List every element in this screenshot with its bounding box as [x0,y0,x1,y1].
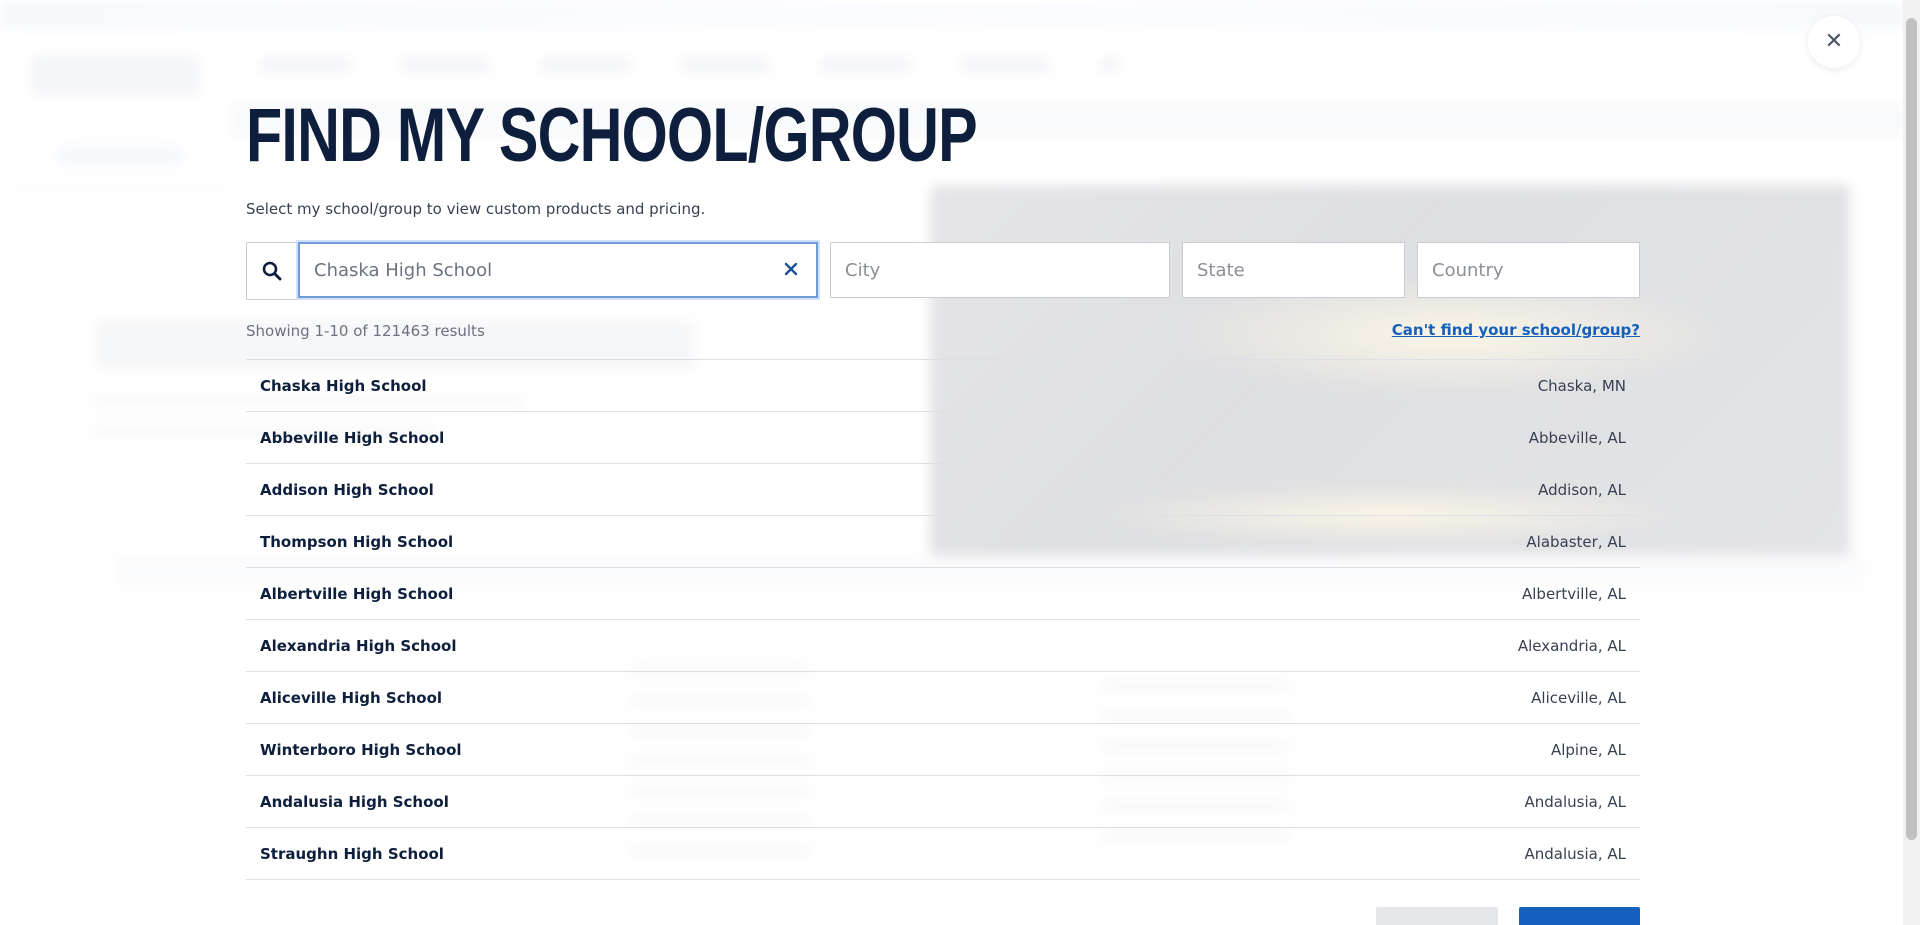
school-location: Abbeville, AL [1528,428,1626,447]
list-item[interactable]: Aliceville High School Aliceville, AL [246,672,1640,724]
school-location: Alabaster, AL [1526,532,1626,551]
list-item[interactable]: Addison High School Addison, AL [246,464,1640,516]
school-name: Abbeville High School [260,428,445,447]
school-name: Addison High School [260,480,434,499]
list-item[interactable]: Albertville High School Albertville, AL [246,568,1640,620]
school-name: Chaska High School [260,376,427,395]
list-item[interactable]: Straughn High School Andalusia, AL [246,828,1640,880]
modal-title: FIND MY SCHOOL/GROUP [246,93,978,178]
search-icon [262,261,282,281]
state-input[interactable] [1183,243,1404,297]
school-name: Albertville High School [260,584,454,603]
scrollbar-thumb[interactable] [1906,18,1917,840]
school-location: Chaska, MN [1537,376,1626,395]
country-field [1417,242,1640,298]
city-input[interactable] [831,243,1169,297]
list-item[interactable]: Abbeville High School Abbeville, AL [246,412,1640,464]
list-item[interactable]: Winterboro High School Alpine, AL [246,724,1640,776]
school-location: Alpine, AL [1550,740,1626,759]
school-location: Alexandria, AL [1517,636,1626,655]
school-location: Albertville, AL [1522,584,1626,603]
modal-subtitle: Select my school/group to view custom pr… [246,200,706,218]
find-school-modal: FIND MY SCHOOL/GROUP Select my school/gr… [246,0,1640,925]
search-row [246,242,1640,300]
school-name-input[interactable] [300,244,788,296]
cant-find-school-link[interactable]: Can't find your school/group? [1392,321,1640,339]
results-list: Chaska High School Chaska, MN Abbeville H… [246,359,1640,880]
city-field [830,242,1170,298]
school-name: Straughn High School [260,844,444,863]
country-input[interactable] [1418,243,1639,297]
school-location: Aliceville, AL [1531,688,1626,707]
school-name-field [298,242,818,298]
results-count: Showing 1-10 of 121463 results [246,322,485,340]
search-button[interactable] [246,242,297,300]
school-name: Andalusia High School [260,792,449,811]
results-meta: Showing 1-10 of 121463 results Can't fin… [246,321,1640,341]
list-item[interactable]: Thompson High School Alabaster, AL [246,516,1640,568]
close-modal-button[interactable]: ✕ [1808,16,1860,68]
school-location: Andalusia, AL [1524,792,1626,811]
school-location: Addison, AL [1538,480,1626,499]
scrollbar[interactable] [1903,0,1920,925]
school-location: Andalusia, AL [1524,844,1626,863]
close-icon [784,262,798,276]
list-item[interactable]: Andalusia High School Andalusia, AL [246,776,1640,828]
secondary-action-button[interactable] [1376,907,1498,925]
close-icon: ✕ [1824,29,1844,54]
list-item[interactable]: Alexandria High School Alexandria, AL [246,620,1640,672]
school-name: Alexandria High School [260,636,457,655]
state-field [1182,242,1405,298]
school-name: Aliceville High School [260,688,443,707]
list-item[interactable]: Chaska High School Chaska, MN [246,360,1640,412]
clear-search-button[interactable] [778,256,804,282]
school-name: Winterboro High School [260,740,462,759]
school-name: Thompson High School [260,532,454,551]
primary-action-button[interactable] [1519,907,1640,925]
